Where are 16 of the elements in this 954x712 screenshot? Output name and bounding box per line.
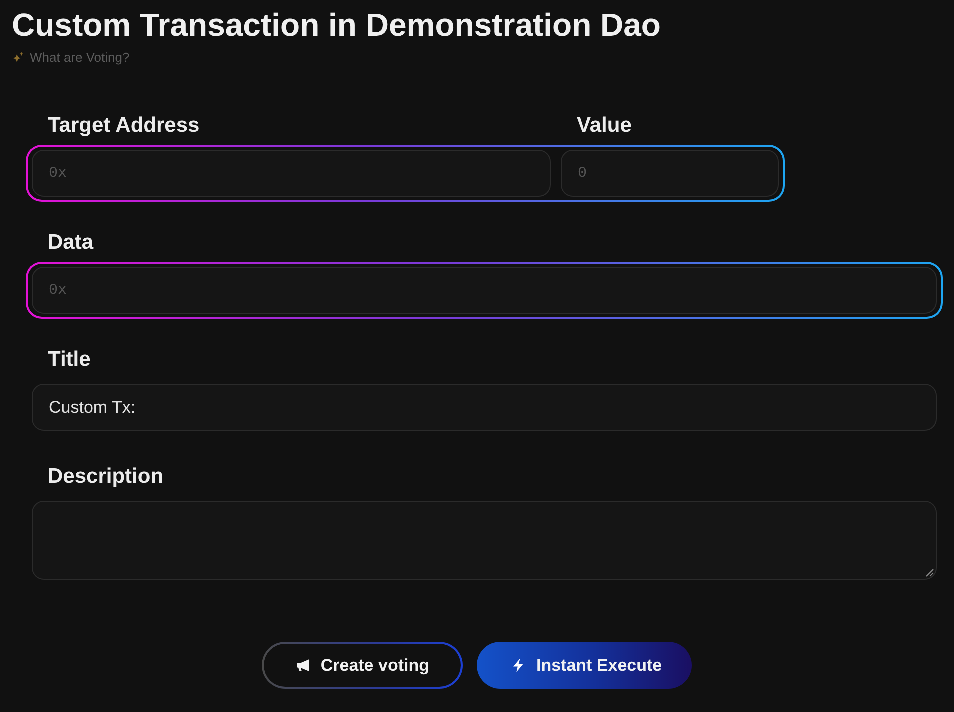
field-label: Title <box>47 348 91 372</box>
resize-handle-icon[interactable] <box>926 569 934 577</box>
megaphone-icon <box>296 658 311 673</box>
input-field[interactable]: Custom Tx: <box>32 384 937 431</box>
input-field[interactable]: 0x <box>32 150 551 197</box>
field-label: Description <box>47 465 164 489</box>
field-label: Data <box>47 231 94 255</box>
field-label: Value <box>576 114 633 138</box>
input-field[interactable]: 0x <box>32 267 937 314</box>
field-label: Target Address <box>47 114 201 138</box>
create-button[interactable]: Create voting <box>262 642 464 689</box>
execute-button[interactable]: Instant Execute <box>477 642 692 689</box>
textarea-field[interactable] <box>32 501 937 580</box>
page-title: Custom Transaction in Demonstration Dao <box>12 7 661 43</box>
input-field[interactable]: 0 <box>561 150 779 197</box>
sparkle-icon <box>13 52 24 63</box>
